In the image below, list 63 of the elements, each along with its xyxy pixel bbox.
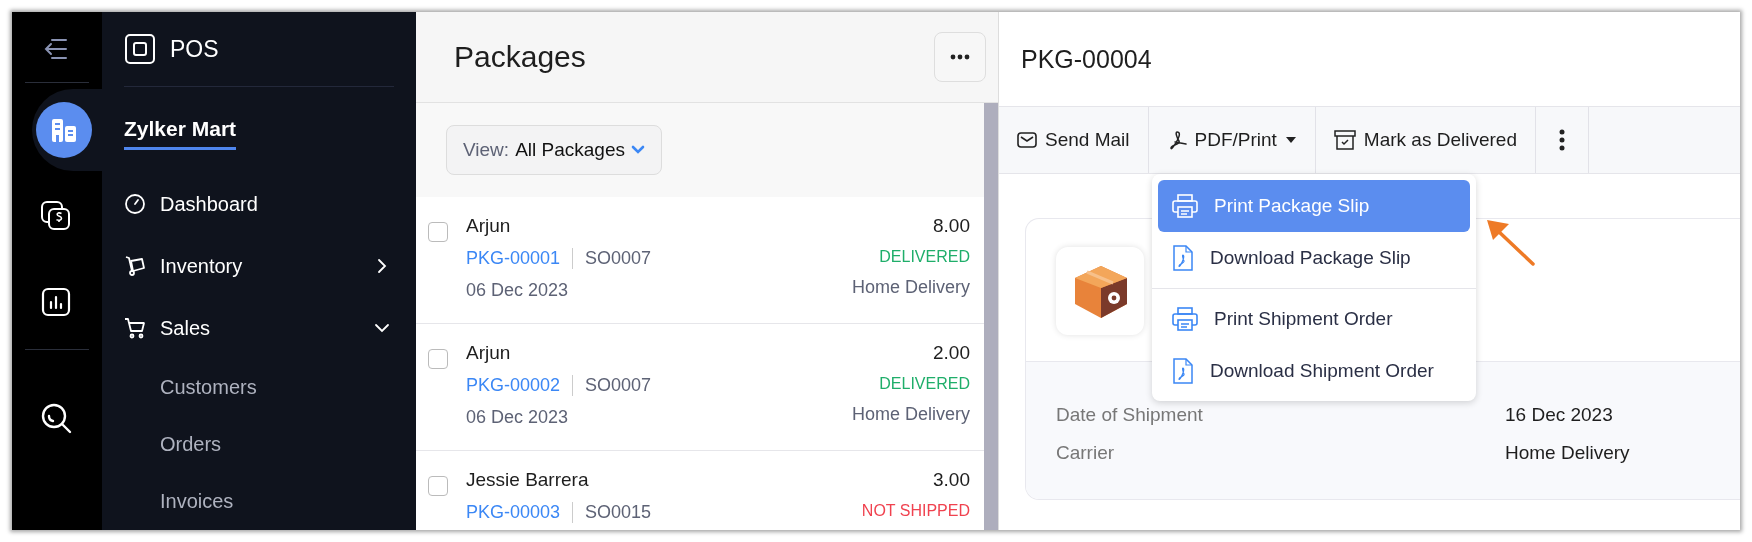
toolbar-button[interactable]: Send Mail <box>999 107 1149 173</box>
pdf-file-icon <box>1172 358 1194 384</box>
gauge-icon <box>124 193 146 215</box>
package-amount: 8.00 <box>933 215 970 237</box>
more-icon <box>950 54 970 60</box>
field-value: Home Delivery <box>1505 442 1630 464</box>
nav-item[interactable]: Inventory <box>124 235 394 297</box>
customer-name: Arjun <box>466 342 512 364</box>
nav-item[interactable]: Sales <box>124 297 394 359</box>
chart-icon <box>40 286 72 318</box>
customer-name: Jessie Barrera <box>466 469 590 491</box>
annotation-arrow <box>1485 218 1537 268</box>
caret-icon <box>1284 136 1297 144</box>
order-number: SO0007 <box>584 375 652 396</box>
nav-subitem[interactable]: Invoices <box>124 473 394 530</box>
carrier-name: Home Delivery <box>851 277 970 298</box>
package-link[interactable]: PKG-00002 <box>466 375 574 396</box>
package-amount: 3.00 <box>933 469 970 491</box>
box-check-icon <box>1333 130 1356 150</box>
chevron-down-icon <box>630 145 645 155</box>
pdf-file-icon <box>1172 245 1194 271</box>
field-value: 16 Dec 2023 <box>1505 404 1613 426</box>
field-label: Carrier <box>1056 442 1116 464</box>
package-link[interactable]: PKG-00003 <box>466 502 574 523</box>
mail-icon <box>1017 131 1037 149</box>
trolley-icon <box>124 255 146 277</box>
order-number: SO0015 <box>584 502 652 523</box>
cart-icon <box>124 317 146 339</box>
status-label: NOT SHIPPED <box>861 502 970 520</box>
package-date: 06 Dec 2023 <box>466 280 570 301</box>
package-link[interactable]: PKG-00001 <box>466 248 574 269</box>
row-checkbox[interactable] <box>428 476 448 496</box>
package-date: 06 Dec 2023 <box>466 407 570 428</box>
order-number: SO0007 <box>584 248 652 269</box>
customer-name: Arjun <box>466 215 512 237</box>
nav-subitem[interactable]: Orders <box>124 416 394 473</box>
search-icon[interactable] <box>40 402 74 436</box>
package-title: PKG-00004 <box>1021 44 1152 74</box>
status-label: DELIVERED <box>879 248 970 266</box>
field-label: Date of Shipment <box>1056 404 1204 426</box>
toolbar-button[interactable]: Mark as Delivered <box>1315 107 1536 173</box>
menu-item[interactable]: Print Shipment Order <box>1158 293 1470 345</box>
status-label: DELIVERED <box>879 375 970 393</box>
organization-name[interactable]: Zylker Mart <box>124 110 237 150</box>
nav-item[interactable]: Dashboard <box>124 173 394 235</box>
row-checkbox[interactable] <box>428 222 448 242</box>
carrier-name: Home Delivery <box>851 404 970 425</box>
nav-subitem[interactable]: Customers <box>124 359 394 416</box>
menu-item[interactable]: Download Shipment Order <box>1158 345 1470 397</box>
package-amount: 2.00 <box>933 342 970 364</box>
scrollbar[interactable] <box>984 103 998 530</box>
toolbar-button[interactable]: PDF/Print <box>1148 107 1316 173</box>
menu-item[interactable]: Download Package Slip <box>1158 232 1470 284</box>
money-icon <box>39 199 73 233</box>
more-button[interactable] <box>934 32 986 82</box>
row-checkbox[interactable] <box>428 349 448 369</box>
view-dropdown[interactable]: View: All Packages <box>446 125 662 175</box>
printer-icon <box>1172 194 1198 218</box>
pos-logo-icon <box>124 33 156 65</box>
more-vertical-icon <box>1558 129 1565 151</box>
app-name: POS <box>170 35 219 63</box>
list-title: Packages <box>454 40 586 74</box>
printer-icon <box>1172 307 1198 331</box>
